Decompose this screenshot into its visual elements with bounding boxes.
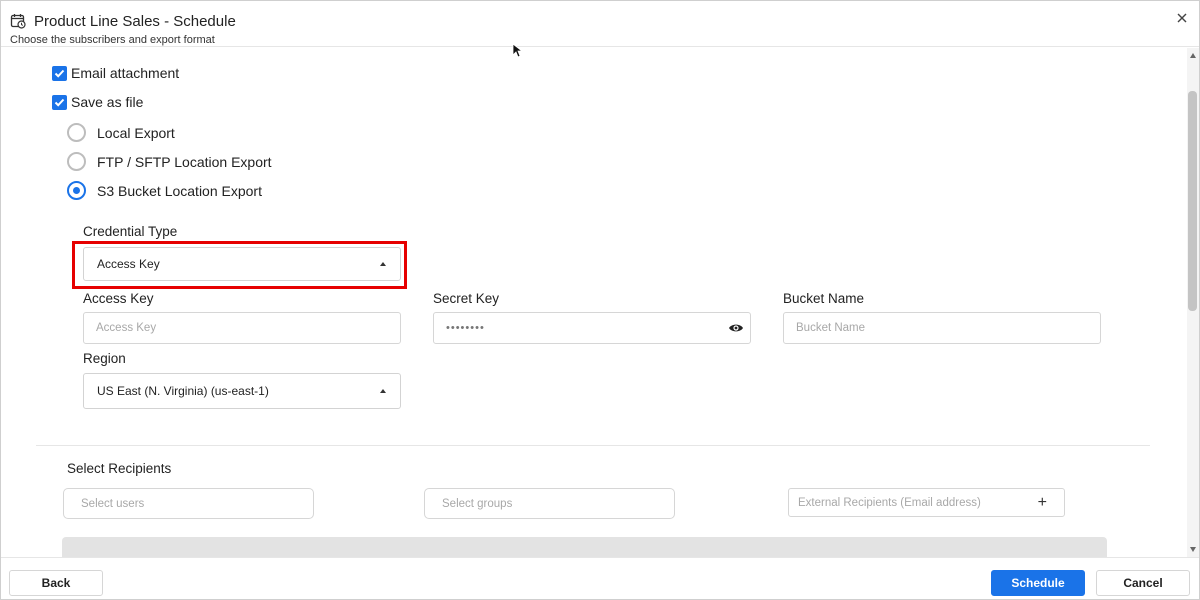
dialog-title: Product Line Sales - Schedule	[34, 13, 236, 30]
region-value: US East (N. Virginia) (us-east-1)	[97, 384, 269, 398]
access-key-input[interactable]: Access Key	[83, 312, 401, 344]
credential-type-label: Credential Type	[83, 224, 178, 239]
email-attachment-option[interactable]: Email attachment	[52, 65, 179, 81]
schedule-dialog: Product Line Sales - Schedule Choose the…	[0, 0, 1200, 600]
select-users-input[interactable]: Select users	[63, 488, 314, 519]
dialog-content: Email attachment Save as file Local Expo…	[1, 48, 1187, 557]
section-divider	[36, 445, 1150, 446]
bucket-name-label: Bucket Name	[783, 291, 865, 306]
close-icon[interactable]	[1175, 11, 1189, 25]
s3-export-option[interactable]: S3 Bucket Location Export	[67, 181, 262, 200]
external-recipients-input[interactable]: External Recipients (Email address) +	[788, 488, 1065, 517]
save-as-file-label: Save as file	[71, 94, 144, 110]
ftp-export-label: FTP / SFTP Location Export	[97, 153, 272, 170]
select-groups-placeholder: Select groups	[442, 497, 513, 510]
bucket-name-input[interactable]: Bucket Name	[783, 312, 1101, 344]
save-as-file-option[interactable]: Save as file	[52, 94, 143, 110]
cancel-button[interactable]: Cancel	[1096, 570, 1190, 596]
region-label: Region	[83, 351, 126, 366]
caret-up-icon	[380, 262, 386, 266]
scroll-thumb[interactable]	[1188, 91, 1197, 311]
caret-up-icon	[380, 389, 386, 393]
s3-export-radio[interactable]	[67, 181, 86, 200]
dialog-header: Product Line Sales - Schedule Choose the…	[1, 1, 1199, 47]
save-as-file-checkbox[interactable]	[52, 94, 67, 110]
eye-icon[interactable]	[728, 322, 744, 334]
email-attachment-checkbox[interactable]	[52, 65, 67, 81]
add-icon[interactable]: +	[1038, 494, 1047, 512]
secret-key-input[interactable]: ••••••••	[433, 312, 751, 344]
email-attachment-label: Email attachment	[71, 65, 180, 81]
schedule-button[interactable]: Schedule	[991, 570, 1085, 596]
ftp-export-option[interactable]: FTP / SFTP Location Export	[67, 152, 272, 171]
secret-key-value: ••••••••	[446, 322, 485, 334]
scroll-up-icon[interactable]	[1190, 53, 1196, 58]
checkmark-icon	[54, 69, 65, 78]
dialog-subtitle: Choose the subscribers and export format	[10, 34, 215, 46]
select-users-placeholder: Select users	[81, 497, 145, 510]
credential-type-select[interactable]: Access Key	[83, 247, 401, 281]
bucket-name-placeholder: Bucket Name	[796, 322, 866, 334]
local-export-option[interactable]: Local Export	[67, 123, 175, 142]
back-button[interactable]: Back	[9, 570, 103, 596]
calendar-clock-icon	[10, 14, 26, 29]
access-key-placeholder: Access Key	[96, 322, 157, 334]
recipients-table-header	[62, 537, 1107, 557]
select-recipients-title: Select Recipients	[67, 461, 172, 476]
access-key-label: Access Key	[83, 291, 154, 306]
secret-key-label: Secret Key	[433, 291, 500, 306]
credential-type-value: Access Key	[97, 257, 160, 271]
local-export-label: Local Export	[97, 124, 175, 141]
region-select[interactable]: US East (N. Virginia) (us-east-1)	[83, 373, 401, 409]
ftp-export-radio[interactable]	[67, 152, 86, 171]
s3-export-label: S3 Bucket Location Export	[97, 182, 262, 199]
select-groups-input[interactable]: Select groups	[424, 488, 675, 519]
local-export-radio[interactable]	[67, 123, 86, 142]
vertical-scrollbar[interactable]	[1187, 48, 1199, 557]
scroll-down-icon[interactable]	[1190, 547, 1196, 552]
checkmark-icon	[54, 98, 65, 107]
dialog-footer: Back Schedule Cancel	[1, 557, 1199, 599]
external-recipients-placeholder: External Recipients (Email address)	[798, 496, 981, 509]
